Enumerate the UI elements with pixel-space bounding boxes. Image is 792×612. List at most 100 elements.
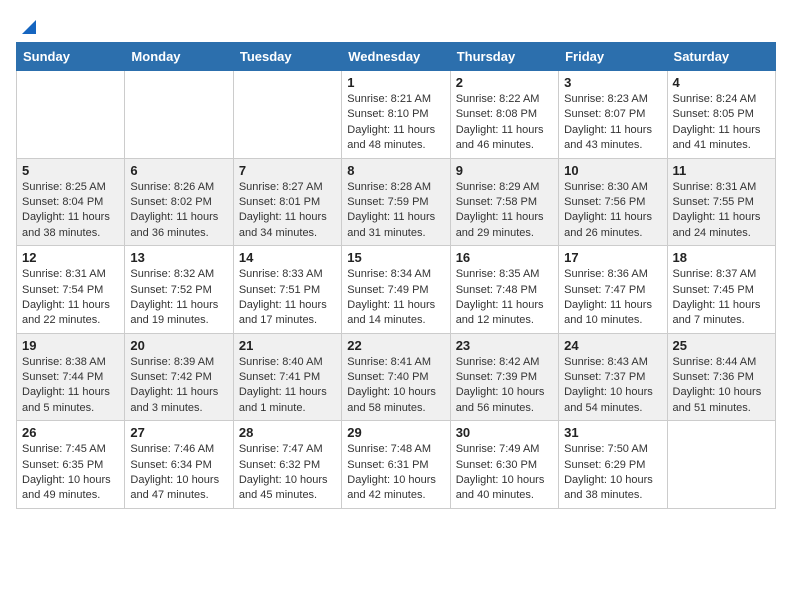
calendar-cell: 21Sunrise: 8:40 AMSunset: 7:41 PMDayligh…: [233, 333, 341, 421]
calendar-cell: [233, 71, 341, 159]
calendar-week-2: 5 Sunrise: 8:25 AMSunset: 8:04 PMDaylight…: [17, 158, 776, 246]
day-info: Sunrise: 7:50 AMSunset: 6:29 PMDaylight:…: [564, 442, 661, 504]
day-info: Sunrise: 8:27 AMSunset: 8:01 PMDaylight:…: [239, 180, 336, 242]
day-number: 26: [22, 425, 119, 440]
day-info: Sunrise: 8:37 AMSunset: 7:45 PMDaylight:…: [673, 267, 770, 329]
calendar-cell: 26 Sunrise: 7:45 AMSunset: 6:35 PMDayligh…: [17, 421, 125, 509]
weekday-header-saturday: Saturday: [667, 43, 775, 71]
day-number: 27: [130, 425, 227, 440]
weekday-header-sunday: Sunday: [17, 43, 125, 71]
day-info: Sunrise: 8:23 AMSunset: 8:07 PMDaylight:…: [564, 92, 661, 154]
day-info: Sunrise: 8:39 AMSunset: 7:42 PMDaylight:…: [130, 355, 227, 417]
calendar-cell: 29Sunrise: 7:48 AMSunset: 6:31 PMDayligh…: [342, 421, 450, 509]
calendar-cell: 13 Sunrise: 8:32 AMSunset: 7:52 PMDayligh…: [125, 246, 233, 334]
calendar-table: SundayMondayTuesdayWednesdayThursdayFrid…: [16, 42, 776, 509]
calendar-cell: 30 Sunrise: 7:49 AMSunset: 6:30 PMDayligh…: [450, 421, 558, 509]
calendar-cell: 18 Sunrise: 8:37 AMSunset: 7:45 PMDayligh…: [667, 246, 775, 334]
weekday-header-thursday: Thursday: [450, 43, 558, 71]
calendar-cell: 12Sunrise: 8:31 AMSunset: 7:54 PMDayligh…: [17, 246, 125, 334]
calendar-cell: [667, 421, 775, 509]
weekday-header-wednesday: Wednesday: [342, 43, 450, 71]
day-number: 6: [130, 163, 227, 178]
day-number: 13: [130, 250, 227, 265]
day-info: Sunrise: 8:25 AMSunset: 8:04 PMDaylight:…: [22, 180, 119, 242]
day-info: Sunrise: 8:36 AMSunset: 7:47 PMDaylight:…: [564, 267, 661, 329]
calendar-cell: 20 Sunrise: 8:39 AMSunset: 7:42 PMDayligh…: [125, 333, 233, 421]
day-info: Sunrise: 8:31 AMSunset: 7:55 PMDaylight:…: [673, 180, 770, 242]
calendar-week-5: 26 Sunrise: 7:45 AMSunset: 6:35 PMDayligh…: [17, 421, 776, 509]
day-number: 8: [347, 163, 444, 178]
day-info: Sunrise: 8:24 AMSunset: 8:05 PMDaylight:…: [673, 92, 770, 154]
day-number: 30: [456, 425, 553, 440]
day-info: Sunrise: 8:29 AMSunset: 7:58 PMDaylight:…: [456, 180, 553, 242]
calendar-cell: 11 Sunrise: 8:31 AMSunset: 7:55 PMDayligh…: [667, 158, 775, 246]
page-header: [16, 16, 776, 32]
calendar-week-4: 19 Sunrise: 8:38 AMSunset: 7:44 PMDayligh…: [17, 333, 776, 421]
calendar-cell: 24Sunrise: 8:43 AMSunset: 7:37 PMDayligh…: [559, 333, 667, 421]
calendar-cell: [17, 71, 125, 159]
day-number: 28: [239, 425, 336, 440]
day-info: Sunrise: 8:22 AMSunset: 8:08 PMDaylight:…: [456, 92, 553, 154]
day-info: Sunrise: 8:21 AMSunset: 8:10 PMDaylight:…: [347, 92, 444, 154]
day-info: Sunrise: 7:49 AMSunset: 6:30 PMDaylight:…: [456, 442, 553, 504]
day-info: Sunrise: 7:45 AMSunset: 6:35 PMDaylight:…: [22, 442, 119, 504]
day-number: 14: [239, 250, 336, 265]
calendar-cell: 4 Sunrise: 8:24 AMSunset: 8:05 PMDaylight…: [667, 71, 775, 159]
calendar-cell: 9Sunrise: 8:29 AMSunset: 7:58 PMDaylight…: [450, 158, 558, 246]
weekday-header-friday: Friday: [559, 43, 667, 71]
calendar-cell: 17 Sunrise: 8:36 AMSunset: 7:47 PMDayligh…: [559, 246, 667, 334]
day-number: 11: [673, 163, 770, 178]
calendar-week-1: 1 Sunrise: 8:21 AMSunset: 8:10 PMDaylight…: [17, 71, 776, 159]
calendar-cell: 6 Sunrise: 8:26 AMSunset: 8:02 PMDaylight…: [125, 158, 233, 246]
day-info: Sunrise: 8:30 AMSunset: 7:56 PMDaylight:…: [564, 180, 661, 242]
calendar-cell: 28 Sunrise: 7:47 AMSunset: 6:32 PMDayligh…: [233, 421, 341, 509]
day-info: Sunrise: 8:44 AMSunset: 7:36 PMDaylight:…: [673, 355, 770, 417]
calendar-cell: 15Sunrise: 8:34 AMSunset: 7:49 PMDayligh…: [342, 246, 450, 334]
day-number: 10: [564, 163, 661, 178]
calendar-cell: 1 Sunrise: 8:21 AMSunset: 8:10 PMDaylight…: [342, 71, 450, 159]
calendar-cell: 25 Sunrise: 8:44 AMSunset: 7:36 PMDayligh…: [667, 333, 775, 421]
weekday-header-row: SundayMondayTuesdayWednesdayThursdayFrid…: [17, 43, 776, 71]
day-number: 17: [564, 250, 661, 265]
day-info: Sunrise: 8:42 AMSunset: 7:39 PMDaylight:…: [456, 355, 553, 417]
day-number: 2: [456, 75, 553, 90]
day-number: 7: [239, 163, 336, 178]
day-number: 5: [22, 163, 119, 178]
day-number: 31: [564, 425, 661, 440]
day-number: 16: [456, 250, 553, 265]
day-info: Sunrise: 8:38 AMSunset: 7:44 PMDaylight:…: [22, 355, 119, 417]
day-number: 1: [347, 75, 444, 90]
day-info: Sunrise: 8:41 AMSunset: 7:40 PMDaylight:…: [347, 355, 444, 417]
day-number: 24: [564, 338, 661, 353]
day-number: 23: [456, 338, 553, 353]
day-info: Sunrise: 7:46 AMSunset: 6:34 PMDaylight:…: [130, 442, 227, 504]
calendar-cell: 5 Sunrise: 8:25 AMSunset: 8:04 PMDaylight…: [17, 158, 125, 246]
calendar-cell: 2 Sunrise: 8:22 AMSunset: 8:08 PMDaylight…: [450, 71, 558, 159]
day-number: 3: [564, 75, 661, 90]
day-number: 18: [673, 250, 770, 265]
day-number: 20: [130, 338, 227, 353]
day-info: Sunrise: 8:35 AMSunset: 7:48 PMDaylight:…: [456, 267, 553, 329]
weekday-header-monday: Monday: [125, 43, 233, 71]
calendar-week-3: 12Sunrise: 8:31 AMSunset: 7:54 PMDayligh…: [17, 246, 776, 334]
calendar-cell: 7 Sunrise: 8:27 AMSunset: 8:01 PMDaylight…: [233, 158, 341, 246]
logo: [16, 16, 36, 32]
day-number: 19: [22, 338, 119, 353]
day-number: 4: [673, 75, 770, 90]
calendar-cell: 19 Sunrise: 8:38 AMSunset: 7:44 PMDayligh…: [17, 333, 125, 421]
day-info: Sunrise: 8:33 AMSunset: 7:51 PMDaylight:…: [239, 267, 336, 329]
weekday-header-tuesday: Tuesday: [233, 43, 341, 71]
calendar-cell: 8Sunrise: 8:28 AMSunset: 7:59 PMDaylight…: [342, 158, 450, 246]
calendar-cell: [125, 71, 233, 159]
day-number: 15: [347, 250, 444, 265]
day-number: 29: [347, 425, 444, 440]
day-info: Sunrise: 7:47 AMSunset: 6:32 PMDaylight:…: [239, 442, 336, 504]
day-number: 22: [347, 338, 444, 353]
calendar-cell: 10 Sunrise: 8:30 AMSunset: 7:56 PMDayligh…: [559, 158, 667, 246]
day-number: 25: [673, 338, 770, 353]
day-info: Sunrise: 8:26 AMSunset: 8:02 PMDaylight:…: [130, 180, 227, 242]
calendar-cell: 16 Sunrise: 8:35 AMSunset: 7:48 PMDayligh…: [450, 246, 558, 334]
day-info: Sunrise: 8:40 AMSunset: 7:41 PMDaylight:…: [239, 355, 336, 417]
calendar-cell: 27 Sunrise: 7:46 AMSunset: 6:34 PMDayligh…: [125, 421, 233, 509]
day-info: Sunrise: 8:32 AMSunset: 7:52 PMDaylight:…: [130, 267, 227, 329]
